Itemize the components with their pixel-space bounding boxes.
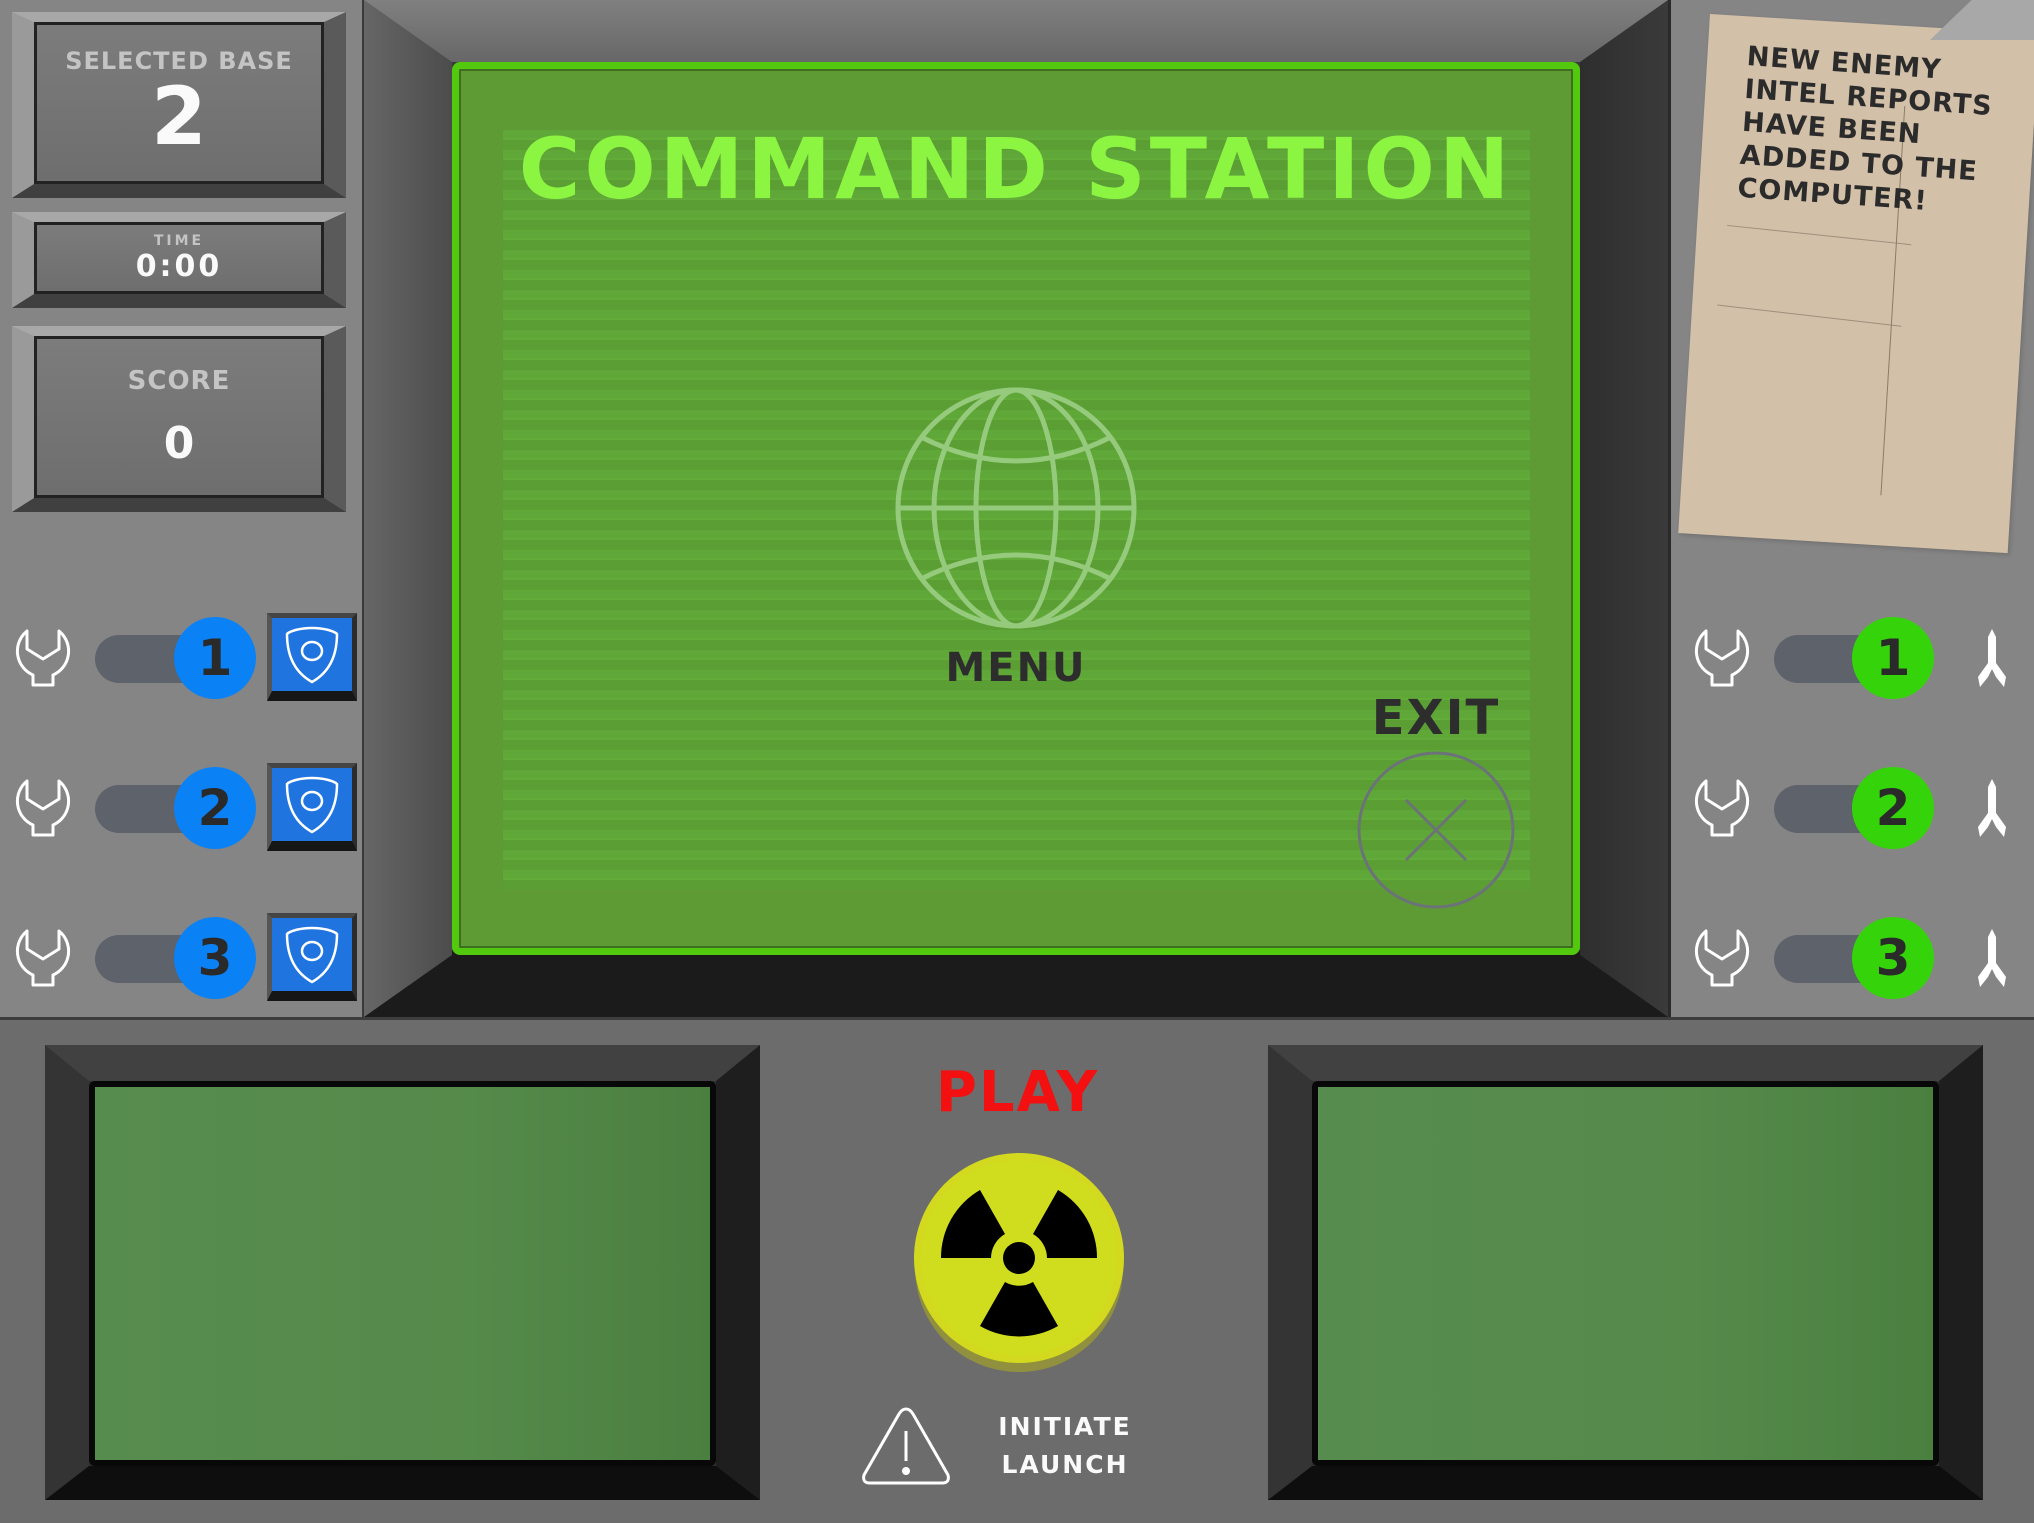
wrench-icon[interactable] bbox=[13, 927, 73, 989]
wrench-icon[interactable] bbox=[13, 777, 73, 839]
time-box: TIME 0:00 bbox=[12, 212, 346, 308]
shield-button[interactable] bbox=[267, 763, 357, 851]
initiate-launch-label: INITIATE LAUNCH bbox=[980, 1408, 1150, 1484]
base-toggle-knob[interactable]: 2 bbox=[1852, 767, 1934, 849]
shield-button[interactable] bbox=[267, 913, 357, 1001]
right-sub-monitor bbox=[1268, 1045, 1983, 1500]
wrench-icon[interactable] bbox=[13, 627, 73, 689]
bezel-top bbox=[364, 0, 1668, 62]
score-label: SCORE bbox=[127, 365, 231, 396]
rocket-icon[interactable] bbox=[1976, 629, 2008, 689]
bezel-left bbox=[364, 0, 452, 1017]
left-sub-monitor bbox=[45, 1045, 760, 1500]
initiate-line-2: LAUNCH bbox=[1001, 1450, 1129, 1479]
bezel-bottom bbox=[364, 955, 1668, 1017]
globe-icon[interactable] bbox=[893, 385, 1139, 631]
score-box: SCORE 0 bbox=[12, 326, 346, 512]
defense-base-row: 2 bbox=[0, 763, 364, 853]
launch-button[interactable] bbox=[910, 1152, 1128, 1372]
missile-base-row: 2 bbox=[1668, 763, 2034, 853]
base-toggle-knob[interactable]: 2 bbox=[174, 767, 256, 849]
wrench-icon[interactable] bbox=[1692, 777, 1752, 839]
wrench-icon[interactable] bbox=[1692, 627, 1752, 689]
base-toggle-knob[interactable]: 1 bbox=[174, 617, 256, 699]
wrench-icon[interactable] bbox=[1692, 927, 1752, 989]
defense-base-row: 1 bbox=[0, 613, 364, 703]
selected-base-box: SELECTED BASE 2 bbox=[12, 12, 346, 198]
selected-base-value: 2 bbox=[151, 70, 207, 163]
right-sub-screen bbox=[1312, 1081, 1939, 1466]
play-label: PLAY bbox=[935, 1060, 1100, 1125]
intel-note-text: NEW ENEMY INTEL REPORTS HAVE BEEN ADDED … bbox=[1736, 40, 1994, 217]
base-toggle-knob[interactable]: 1 bbox=[1852, 617, 1934, 699]
missile-base-row: 1 bbox=[1668, 613, 2034, 703]
score-value: 0 bbox=[163, 417, 195, 469]
left-sub-screen bbox=[89, 1081, 716, 1466]
menu-label[interactable]: MENU bbox=[900, 645, 1132, 691]
time-value: 0:00 bbox=[135, 248, 223, 284]
shield-button[interactable] bbox=[267, 613, 357, 701]
screen-title: COMMAND STATION bbox=[518, 120, 1514, 218]
left-control-panel: SELECTED BASE 2 TIME 0:00 SCORE 0 bbox=[0, 0, 364, 1017]
bezel-right bbox=[1580, 0, 1668, 1017]
missile-base-row: 3 bbox=[1668, 913, 2034, 1003]
base-toggle-knob[interactable]: 3 bbox=[174, 917, 256, 999]
shield-icon bbox=[285, 926, 339, 983]
initiate-line-1: INITIATE bbox=[998, 1412, 1132, 1441]
exit-label: EXIT bbox=[1371, 690, 1501, 746]
time-label: TIME bbox=[153, 232, 205, 249]
rocket-icon[interactable] bbox=[1976, 779, 2008, 839]
warning-icon bbox=[862, 1407, 950, 1485]
base-toggle-knob[interactable]: 3 bbox=[1852, 917, 1934, 999]
rocket-icon[interactable] bbox=[1976, 929, 2008, 989]
shield-icon bbox=[285, 776, 339, 833]
close-icon[interactable] bbox=[1356, 750, 1516, 910]
shield-icon bbox=[285, 626, 339, 683]
defense-base-row: 3 bbox=[0, 913, 364, 1003]
